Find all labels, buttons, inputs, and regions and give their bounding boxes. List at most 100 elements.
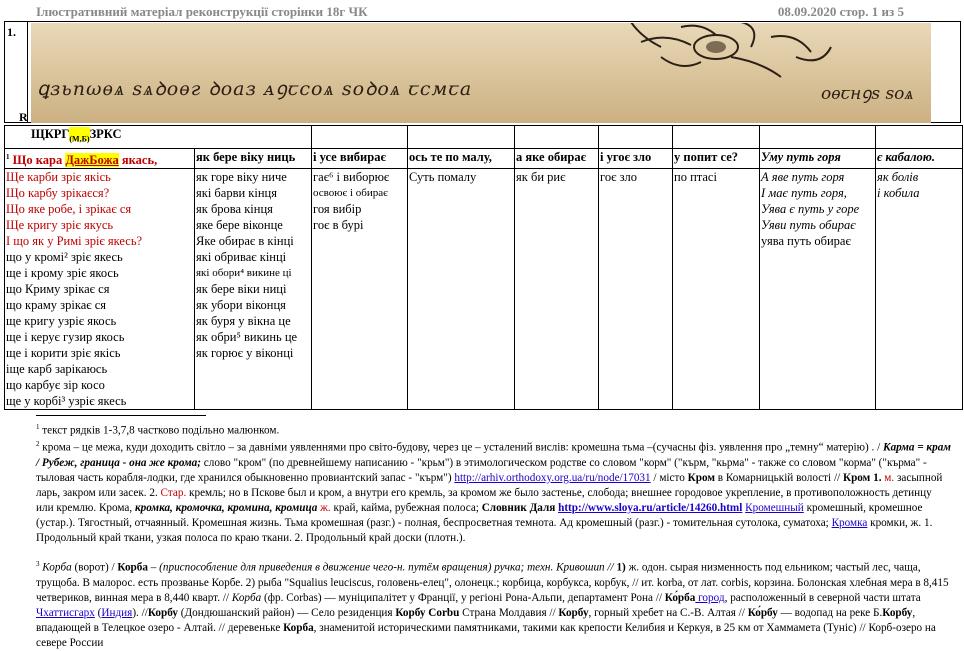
fn3-p: Корбу bbox=[147, 606, 178, 619]
fn2-l: кромка, кромочка, кромина, кромица bbox=[134, 501, 318, 514]
fn2-m: ж. bbox=[317, 501, 331, 514]
title-part-a: ЩКРГ bbox=[31, 127, 70, 141]
col1-line: ще і крому зріє якось bbox=[6, 265, 119, 280]
col1-line: що у кромі² зріє якесь bbox=[6, 249, 123, 264]
header-col1-sup: 1 bbox=[6, 152, 10, 161]
col9-cell: як болів і кобила bbox=[875, 167, 964, 410]
header-col1-b: ДажБожа bbox=[65, 152, 119, 167]
col2-line: яке бере віконце bbox=[196, 217, 283, 232]
title-part-b: (М,Б) bbox=[69, 134, 90, 144]
header-col1: 1 Що кара ДажБожа якась, bbox=[4, 147, 195, 169]
col5-line: як би риє bbox=[516, 169, 566, 184]
fn2-e: Кром bbox=[687, 471, 715, 484]
col2-line: як обри⁵ викинь це bbox=[196, 329, 298, 344]
col2-line: які барви кінця bbox=[196, 185, 277, 200]
title-part-c: ЗРКС bbox=[89, 127, 122, 141]
col7-cell: по птасі bbox=[672, 167, 761, 410]
header-col4: ось те по малу, bbox=[407, 147, 516, 169]
col3-line: гоя вибір bbox=[313, 201, 362, 216]
col1-line: І що як у Римі зріє якесь? bbox=[6, 233, 143, 248]
col1-line: ще у корбі³ узріє якесь bbox=[6, 393, 127, 408]
col9-line: як болів bbox=[877, 169, 919, 184]
col1-line: Що карбу зрікаєся? bbox=[6, 185, 110, 200]
fn3-e: 1) bbox=[616, 561, 626, 574]
col3-cell: гає⁶ і виборює освоює і обирає гоя вибір… bbox=[311, 167, 409, 410]
col1-line: що Криму зрікає ся bbox=[6, 281, 110, 296]
fn2-link-kromka[interactable]: Кромка bbox=[832, 517, 868, 529]
footnote-1-text: текст рядків 1-3,7,8 частково подільно м… bbox=[42, 424, 280, 437]
fn3-link-india[interactable]: Индия bbox=[101, 607, 132, 619]
frame-divider bbox=[27, 22, 28, 122]
col9-line: і кобила bbox=[877, 185, 920, 200]
col1-line: іще карб зарікаюсь bbox=[6, 361, 108, 376]
fn2-link-orthodoxy[interactable]: http://arhiv.orthodoxy.org.ua/ru/node/17… bbox=[454, 472, 650, 484]
header-col8: Уму путь горя bbox=[759, 147, 877, 169]
col3-line: освоює і обирає bbox=[313, 186, 388, 199]
header-col5: а яке обирає bbox=[514, 147, 600, 169]
fn2-h: м. bbox=[881, 471, 895, 484]
title-row: ЩКРГ(М,Б)ЗРКС bbox=[3, 125, 964, 149]
plant-drawing-icon bbox=[630, 23, 832, 78]
fn3-c: Корба bbox=[117, 561, 148, 574]
col2-line: як бере віки ниці bbox=[196, 281, 287, 296]
body-row: Ще карби зріє якісь Що карбу зрікаєся? Щ… bbox=[4, 167, 964, 410]
page-header: Ілюстративний матеріал реконструкції сто… bbox=[36, 4, 904, 20]
header-col9: є кабалою. bbox=[875, 147, 964, 169]
header-col3: і усе вибирає bbox=[311, 147, 409, 169]
col4-cell: Суть помалу bbox=[407, 167, 516, 410]
fn3-z: Корба bbox=[283, 621, 314, 634]
col8-line: А яве путь горя bbox=[761, 169, 845, 184]
footnote-1: 1 текст рядків 1-3,7,8 частково подільно… bbox=[36, 423, 280, 437]
illustration-frame: 1. R ꝗзьnωѳѧ ѕѧꝺоѳг ꝺоаз ᴀꝯꞇсоѧ ѕоꝺоѧ ꞇс… bbox=[4, 21, 961, 124]
col2-line: як буря у вікна це bbox=[196, 313, 291, 328]
col1-line: ще кригу узріє якось bbox=[6, 313, 117, 328]
footnote-separator bbox=[36, 415, 206, 416]
fn3-s: Страна Молдавия // bbox=[459, 606, 559, 619]
title-cell: ЩКРГ(М,Б)ЗРКС bbox=[3, 125, 313, 149]
header-col1-a: Що кара bbox=[12, 152, 66, 167]
col1-line: Ще кригу зріє якусь bbox=[6, 217, 114, 232]
fn3-b: (ворот) / bbox=[71, 561, 118, 574]
col8-line: Уяви путь обирає bbox=[761, 217, 856, 232]
col2-line: як горе віку ниче bbox=[196, 169, 287, 184]
manuscript-line: ꝗзьnωѳѧ ѕѧꝺоѳг ꝺоаз ᴀꝯꞇсоѧ ѕоꝺоѧ ꞇсмꞇа bbox=[37, 78, 473, 100]
col6-cell: гоє зло bbox=[598, 167, 674, 410]
fn2-link-sloya[interactable]: http://www.sloya.ru/article/14260.html bbox=[558, 502, 742, 514]
fn3-q: (Дондюшанский район) — Село резиденция bbox=[178, 606, 396, 619]
fn2-o: Словник Даля bbox=[481, 501, 556, 514]
header-row: 1 Що кара ДажБожа якась, як бере віку ни… bbox=[4, 147, 964, 169]
footnote-3: 3 Корба (ворот) / Корба – (приспособлени… bbox=[36, 560, 949, 649]
col2-line: як горює у віконці bbox=[196, 345, 294, 360]
fn3-link-chhattisgarh[interactable]: Чхаттисгарх bbox=[36, 607, 95, 619]
fn2-g: Кром 1. bbox=[842, 471, 882, 484]
fn3-d: – (приспособление для приведения в движе… bbox=[147, 561, 617, 574]
header-title: Ілюстративний матеріал реконструкції сто… bbox=[36, 4, 368, 19]
col5-cell: як би риє bbox=[514, 167, 600, 410]
fn3-w: — водопад на реке Б. bbox=[777, 606, 883, 619]
footnote-2: 2 крома – це межа, куди доходить світло … bbox=[36, 440, 951, 544]
header-col1-c: якась, bbox=[118, 152, 158, 167]
col6-line: гоє зло bbox=[600, 169, 637, 184]
col8-cell: А яве путь горя І має путь горя, Уява є … bbox=[759, 167, 877, 410]
col2-line: які обриває кінці bbox=[196, 249, 287, 264]
fn3-r: Корбу Corbu bbox=[395, 606, 460, 619]
fn3-h: (фр. Corbas) — муніципалітет у Франції, … bbox=[261, 591, 665, 604]
fn3-a: Корба bbox=[39, 561, 72, 574]
fn2-n: край, кайма, рубежная полоса; bbox=[330, 501, 482, 514]
col1-line: ще і керує гузир якось bbox=[6, 329, 125, 344]
fn3-v: Ко́рбу bbox=[747, 606, 778, 619]
fn3-t: Корбу bbox=[558, 606, 589, 619]
fn3-o: ). // bbox=[132, 606, 148, 619]
col1-cell: Ще карби зріє якісь Що карбу зрікаєся? Щ… bbox=[4, 167, 195, 410]
col3-line: гає⁶ і виборює bbox=[313, 169, 390, 184]
col1-line: Що яке робе, і зрікає ся bbox=[6, 201, 132, 216]
col1-line: Ще карби зріє якісь bbox=[6, 169, 111, 184]
fn3-x: Корбу bbox=[882, 606, 913, 619]
col8-line: уява путь обирає bbox=[761, 233, 851, 248]
fn2-link-kromeshny[interactable]: Кромешный bbox=[745, 502, 804, 514]
header-col7: у попит се? bbox=[672, 147, 761, 169]
col1-line: що карбує зір косо bbox=[6, 377, 105, 392]
fn3-link-gorod[interactable]: город bbox=[695, 592, 724, 604]
col2-cell: як горе віку ниче які барви кінця як бро… bbox=[193, 167, 313, 410]
col4-line: Суть помалу bbox=[409, 169, 477, 184]
